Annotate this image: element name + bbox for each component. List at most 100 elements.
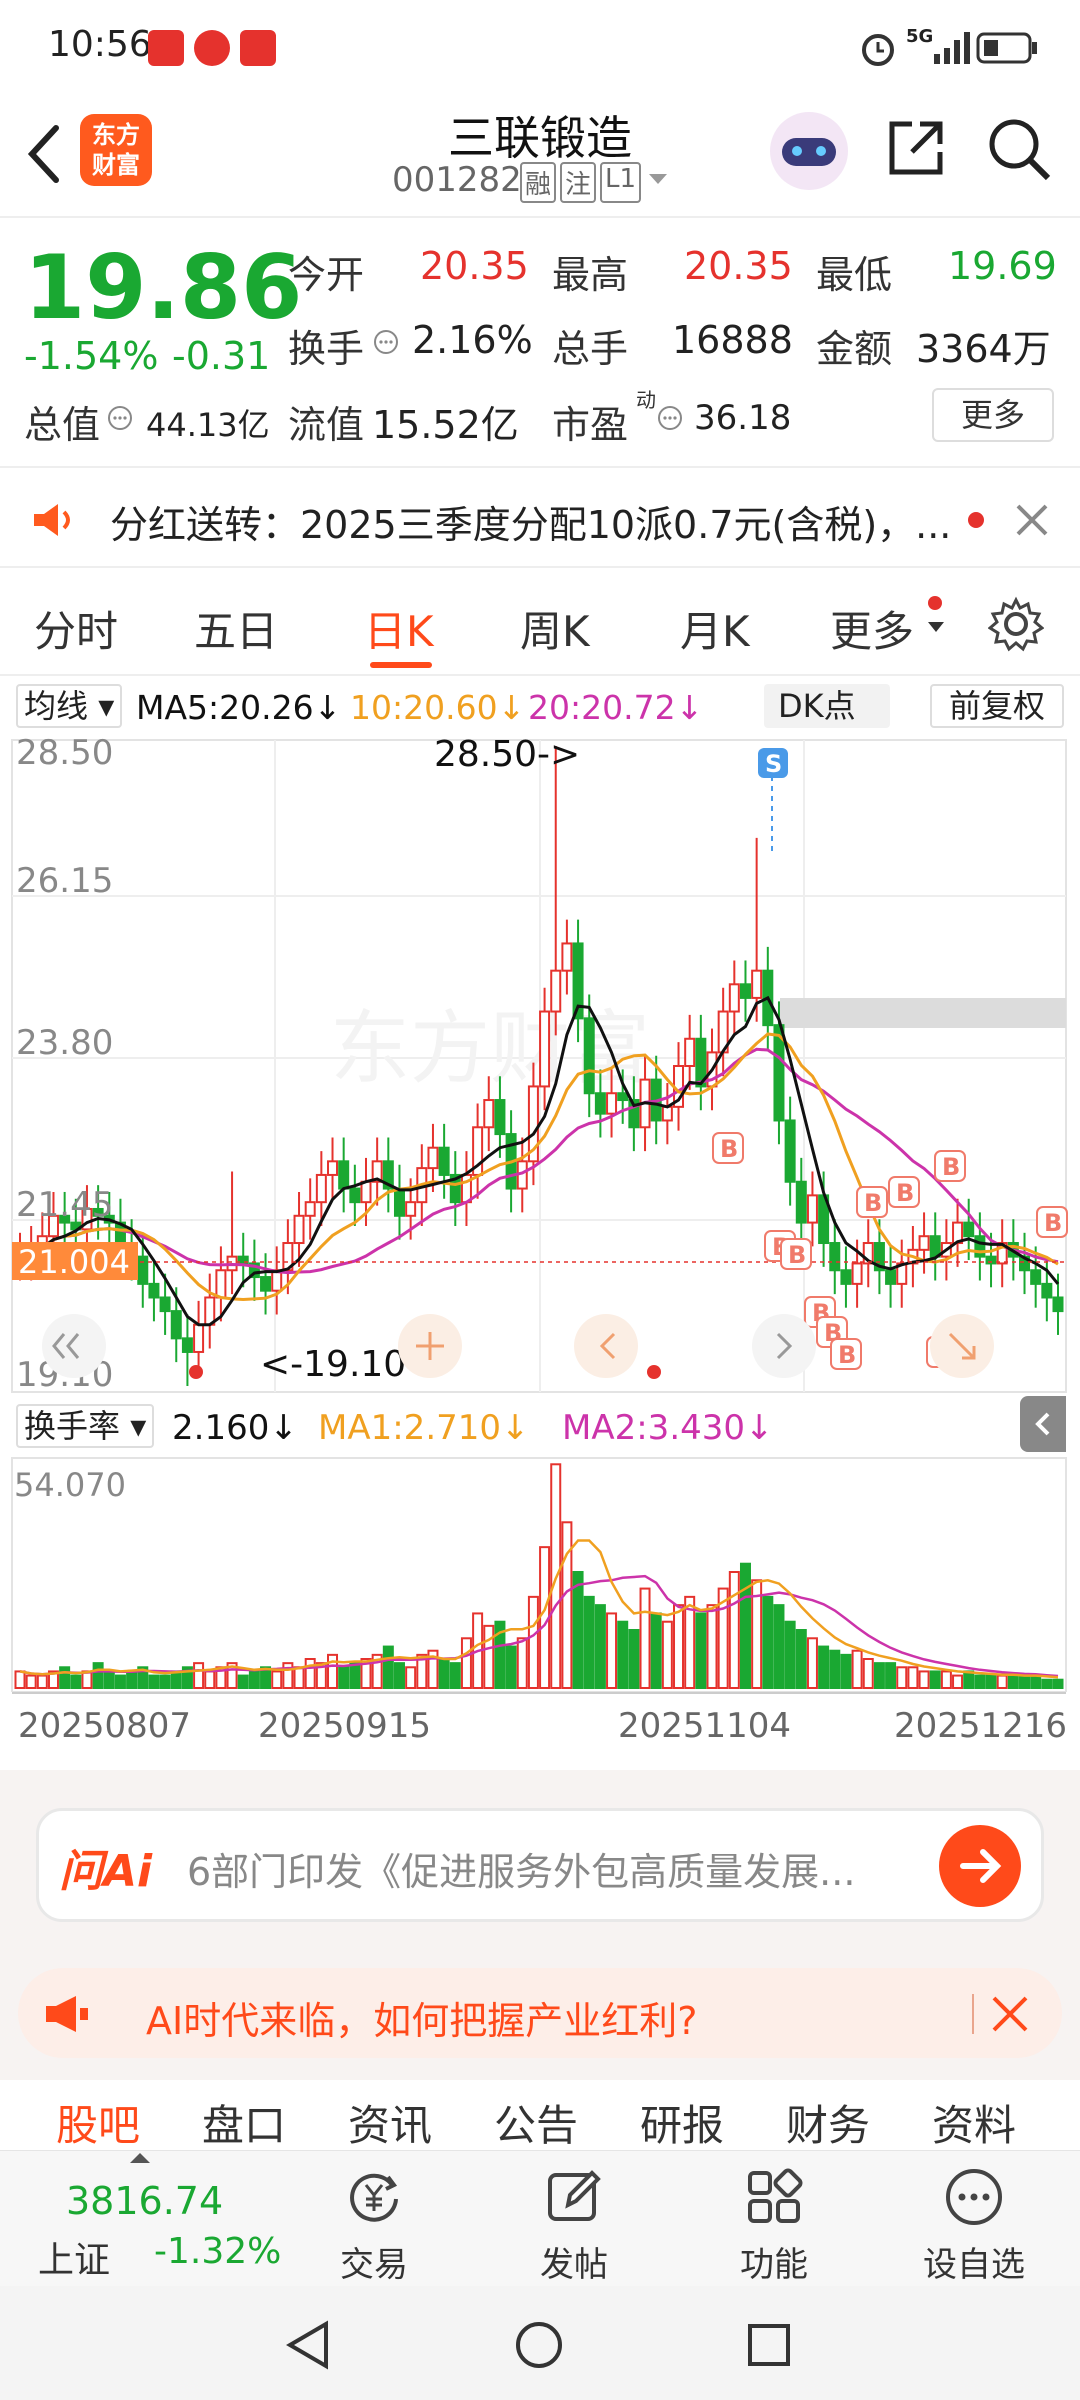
amount-label: 金额 — [816, 327, 893, 371]
info-icon-2[interactable] — [106, 404, 134, 432]
tag-level1: L1 — [600, 162, 642, 203]
y-label-2: 26.15 — [16, 861, 113, 901]
dk-point-selector[interactable]: DK点 — [764, 684, 890, 728]
turnover-bar — [818, 1645, 830, 1689]
subtab-forum[interactable]: 股吧 — [56, 2092, 140, 2150]
turnover-chart[interactable]: 54.070 — [0, 1456, 1080, 1694]
subtab-news[interactable]: 资讯 — [348, 2092, 432, 2150]
turnover-bar — [639, 1587, 651, 1689]
y-label-3: 23.80 — [16, 1023, 113, 1063]
nav-trade[interactable]: 交易 — [294, 2165, 454, 2286]
settings-gear-icon[interactable] — [988, 596, 1044, 652]
scroll-left-button[interactable] — [574, 1314, 638, 1378]
info-icon-3[interactable] — [656, 404, 684, 432]
turnover-bar — [293, 1666, 305, 1690]
turnover-bar — [952, 1674, 964, 1690]
ai-question-box[interactable]: 问Ai 6部门印发《促进服务外包高质量发展... — [36, 1808, 1044, 1922]
nav-post[interactable]: 发帖 — [494, 2165, 654, 2286]
nav-add-watchlist[interactable]: 设自选 — [894, 2165, 1054, 2286]
candle-body — [137, 1255, 149, 1285]
turnover-bar — [114, 1674, 126, 1690]
x-label-3: 20251104 — [618, 1706, 792, 1746]
system-recents-icon[interactable] — [744, 2320, 794, 2370]
tab-more[interactable]: 更多 — [830, 598, 914, 659]
turnover-bar — [92, 1662, 104, 1689]
app-notification-icon — [148, 30, 184, 66]
search-icon[interactable] — [986, 116, 1052, 182]
index-ticker[interactable]: 3816.74 上证 -1.32% — [10, 2167, 300, 2281]
promo-banner[interactable]: AI时代来临，如何把握产业红利? — [18, 1968, 1062, 2058]
info-icon[interactable] — [372, 328, 400, 356]
logo-line-1: 东方 — [92, 121, 140, 149]
turnover-bar — [382, 1645, 394, 1689]
system-back-icon[interactable] — [284, 2320, 334, 2370]
candle-body — [360, 1180, 372, 1204]
ma20-value: 20:20.72↓ — [528, 688, 704, 727]
turnover-bar — [237, 1674, 249, 1690]
subtab-orderbook[interactable]: 盘口 — [202, 2092, 286, 2150]
subtab-profile[interactable]: 资料 — [932, 2092, 1016, 2150]
tab-daily-k[interactable]: 日K — [364, 598, 434, 659]
tab-intraday[interactable]: 分时 — [34, 598, 118, 659]
scroll-right-button[interactable] — [752, 1314, 816, 1378]
tag-dropdown-icon[interactable] — [645, 162, 671, 192]
collapse-panel-button[interactable] — [1020, 1396, 1066, 1452]
nav-add-watchlist-label: 设自选 — [923, 2245, 1025, 2285]
subtab-announcements[interactable]: 公告 — [494, 2092, 578, 2150]
more-badge-dot — [928, 596, 942, 610]
y-label-max: 28.50 — [16, 736, 113, 773]
promo-close-icon[interactable] — [988, 1992, 1032, 2036]
system-home-icon[interactable] — [514, 2320, 564, 2370]
candle-body — [483, 1099, 495, 1129]
turnover-bar — [673, 1604, 685, 1689]
tab-monthly-k[interactable]: 月K — [680, 598, 750, 659]
low-label: 最低 — [816, 253, 893, 297]
ai-go-button[interactable] — [939, 1825, 1021, 1907]
adjust-selector[interactable]: 前复权 — [930, 684, 1064, 728]
close-icon[interactable] — [1014, 502, 1050, 538]
turnover-bar — [460, 1637, 472, 1689]
subtab-financials[interactable]: 财务 — [786, 2092, 870, 2150]
turnover-bar — [795, 1629, 807, 1690]
turnover-bar — [438, 1658, 450, 1689]
notice-bar[interactable]: 分红送转：2025三季度分配10派0.7元(含税)，... — [0, 470, 1080, 568]
turnover-bar — [148, 1674, 160, 1690]
tab-five-day[interactable]: 五日 — [194, 598, 278, 659]
candle-body — [315, 1173, 327, 1204]
turnover-svg[interactable]: 54.070 — [0, 1456, 1080, 1693]
candlestick-svg[interactable]: 东方财富 28.50 26.15 23.80 21.45 19.10 21.00… — [0, 733, 1080, 1396]
app-logo[interactable]: 东方 财富 — [80, 114, 152, 186]
volume-indicator-selector[interactable]: 换手率 ▾ — [16, 1404, 155, 1448]
candle-body — [170, 1310, 182, 1340]
tab-weekly-k[interactable]: 周K — [520, 598, 590, 659]
nav-functions-label: 功能 — [740, 2245, 808, 2285]
candle-body — [539, 1010, 551, 1088]
turnover-bar — [963, 1670, 975, 1690]
indicator-selector[interactable]: 均线 ▾ — [16, 684, 123, 728]
more-button[interactable]: 更多 — [932, 388, 1054, 442]
turnover-ma2: MA2:3.430↓ — [562, 1408, 774, 1448]
back-arrow-icon[interactable] — [24, 122, 64, 186]
scroll-left-fast-button[interactable] — [42, 1314, 106, 1378]
candle-body — [684, 1037, 696, 1068]
arrow-right-icon — [960, 1849, 1002, 1883]
tag-margin: 融 — [520, 162, 557, 203]
subtab-research[interactable]: 研报 — [640, 2092, 724, 2150]
candle-body — [840, 1269, 852, 1285]
candle-body — [784, 1119, 796, 1183]
ai-assistant-avatar[interactable] — [770, 112, 848, 190]
pe-label: 市盈 — [552, 403, 629, 447]
candlestick-chart[interactable]: 东方财富 28.50 26.15 23.80 21.45 19.10 21.00… — [0, 733, 1080, 1396]
turnover-bar — [606, 1612, 618, 1689]
turnover-bar — [918, 1670, 930, 1690]
turnover-bar — [583, 1595, 595, 1689]
more-dropdown-icon[interactable] — [926, 616, 946, 636]
nav-functions[interactable]: 功能 — [694, 2165, 854, 2286]
more-dots-icon — [946, 2169, 1002, 2225]
buy-marker-text: B — [896, 1179, 914, 1207]
turnover-bar — [505, 1645, 517, 1689]
turnover-bar — [873, 1662, 885, 1689]
period-tabs: 分时 五日 日K 周K 月K 更多 — [0, 570, 1080, 676]
share-icon[interactable] — [884, 116, 948, 180]
app-notification-icon-3 — [240, 30, 276, 66]
